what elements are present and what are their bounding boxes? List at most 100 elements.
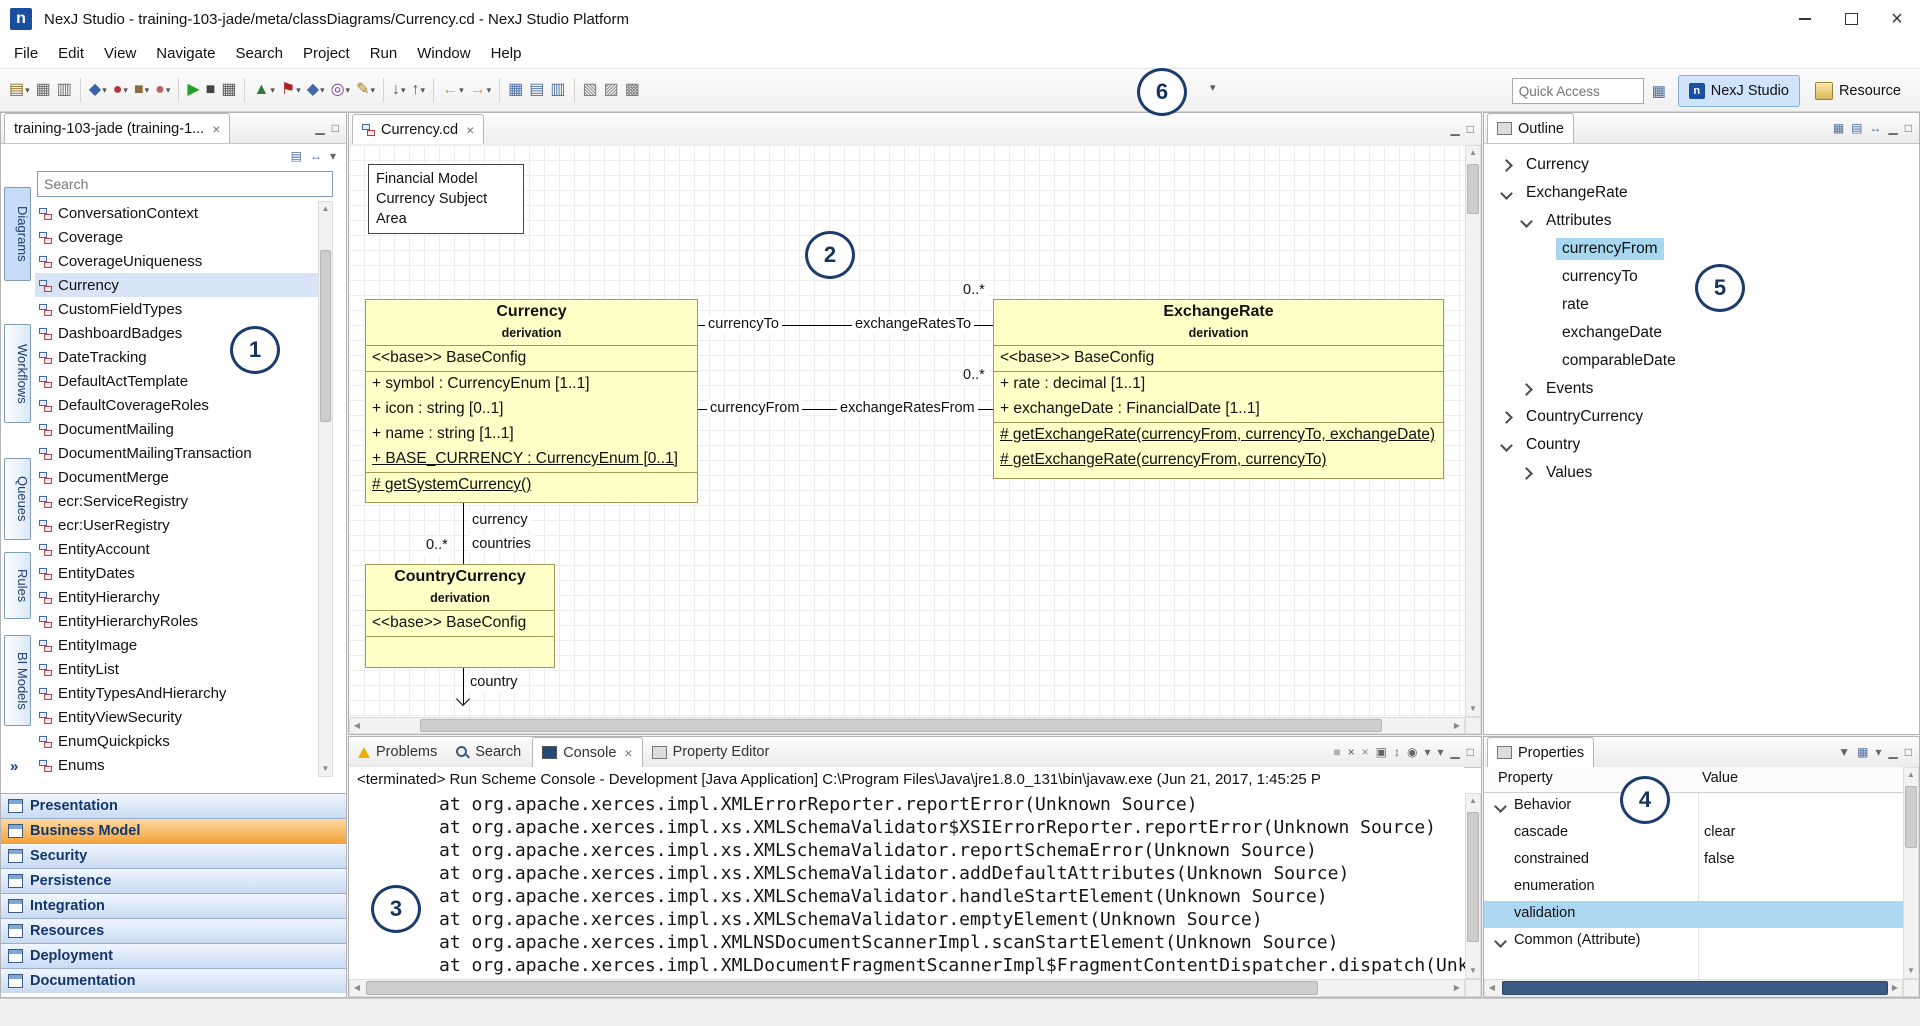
terminate-icon[interactable]: ■ bbox=[1333, 746, 1340, 758]
toolbar-terminate-button[interactable]: ■ bbox=[203, 77, 219, 103]
clear-icon[interactable]: ▣ bbox=[1376, 746, 1387, 758]
view-menu-icon[interactable]: ▾ bbox=[1437, 746, 1443, 758]
side-tabs-overflow[interactable]: » bbox=[10, 758, 18, 775]
toolbar-layout-a-button[interactable]: ▧ bbox=[580, 77, 601, 103]
list-item-documentmailingtransaction[interactable]: DocumentMailingTransaction bbox=[35, 441, 318, 465]
maximize-icon[interactable]: □ bbox=[1905, 122, 1912, 134]
scroll-right-icon[interactable]: ▶ bbox=[1450, 718, 1464, 733]
menu-run[interactable]: Run bbox=[360, 40, 408, 66]
section-business-model[interactable]: Business Model bbox=[1, 818, 346, 843]
section-persistence[interactable]: Persistence bbox=[1, 868, 346, 893]
outline-node-comparabledate[interactable]: comparableDate bbox=[1484, 347, 1919, 375]
console-vertical-scrollbar[interactable]: ▲ ▼ bbox=[1465, 793, 1481, 979]
list-item-entitydates[interactable]: EntityDates bbox=[35, 561, 318, 585]
filter-icon[interactable]: ▼ bbox=[1838, 746, 1850, 758]
list-item-enumquickpicks[interactable]: EnumQuickpicks bbox=[35, 729, 318, 753]
collapse-all-icon[interactable]: ▤ bbox=[1851, 122, 1862, 134]
toolbar-metadata-button[interactable]: ●▾ bbox=[110, 77, 131, 103]
toolbar-table-edit-button[interactable]: ▤ bbox=[526, 77, 547, 103]
list-item-entitylist[interactable]: EntityList bbox=[35, 657, 318, 681]
close-icon[interactable]: × bbox=[466, 122, 474, 138]
scroll-up-icon[interactable]: ▲ bbox=[1466, 146, 1480, 160]
property-row-validation[interactable]: validation bbox=[1484, 901, 1903, 928]
outline-node-events[interactable]: Events bbox=[1484, 375, 1919, 403]
section-presentation[interactable]: Presentation bbox=[1, 793, 346, 818]
link-editor-icon[interactable]: ↔ bbox=[1870, 122, 1882, 134]
layout-icon[interactable]: ▦ bbox=[1833, 122, 1844, 134]
pin-icon[interactable]: ◉ bbox=[1407, 746, 1417, 758]
list-item-ecr-userregistry[interactable]: ecr:UserRegistry bbox=[35, 513, 318, 537]
side-tab-workflows[interactable]: Workflows bbox=[4, 324, 31, 423]
view-menu-icon[interactable]: ▾ bbox=[330, 150, 336, 162]
menu-navigate[interactable]: Navigate bbox=[146, 40, 225, 66]
toolbar-trace-button[interactable]: ◎▾ bbox=[328, 77, 354, 103]
menu-file[interactable]: File bbox=[4, 40, 48, 66]
outline-node-exchangedate[interactable]: exchangeDate bbox=[1484, 319, 1919, 347]
toolbar-back-button[interactable]: ←▾ bbox=[439, 77, 467, 103]
chevron-down-icon[interactable] bbox=[1500, 187, 1513, 200]
editor-horizontal-scrollbar[interactable]: ◀ ▶ bbox=[349, 717, 1465, 734]
minimize-icon[interactable]: ▁ bbox=[1889, 746, 1898, 758]
console-output[interactable]: at org.apache.xerces.impl.XMLErrorReport… bbox=[349, 793, 1465, 979]
property-row-behavior[interactable]: Behavior bbox=[1484, 793, 1903, 820]
scrollbar-thumb[interactable] bbox=[1467, 164, 1479, 214]
outline-node-currencyfrom[interactable]: currencyFrom bbox=[1484, 235, 1919, 263]
chevron-down-icon[interactable] bbox=[1500, 439, 1513, 452]
open-console-icon[interactable]: ▾ bbox=[1424, 746, 1430, 758]
tab-console[interactable]: Console× bbox=[532, 737, 642, 767]
toolbar-save-button[interactable]: ▦ bbox=[33, 77, 54, 103]
tab-outline[interactable]: Outline bbox=[1487, 113, 1574, 143]
scroll-lock-icon[interactable]: ↕ bbox=[1394, 746, 1400, 758]
menu-edit[interactable]: Edit bbox=[48, 40, 94, 66]
scroll-down-icon[interactable]: ▼ bbox=[319, 762, 332, 776]
properties-vertical-scrollbar[interactable]: ▲ ▼ bbox=[1903, 767, 1919, 979]
remove-icon[interactable]: × bbox=[1348, 746, 1355, 758]
section-integration[interactable]: Integration bbox=[1, 893, 346, 918]
scrollbar-thumb[interactable] bbox=[320, 250, 331, 422]
section-documentation[interactable]: Documentation bbox=[1, 968, 346, 993]
toolbar-layout-b-button[interactable]: ▨ bbox=[601, 77, 622, 103]
diagram-note[interactable]: Financial Model Currency Subject Area bbox=[368, 164, 524, 234]
section-deployment[interactable]: Deployment bbox=[1, 943, 346, 968]
scroll-right-icon[interactable]: ▶ bbox=[1888, 980, 1902, 996]
property-row-cascade[interactable]: cascadeclear bbox=[1484, 820, 1903, 847]
collapse-all-icon[interactable]: ▤ bbox=[291, 150, 302, 162]
list-item-conversationcontext[interactable]: ConversationContext bbox=[35, 201, 318, 225]
open-perspective-icon[interactable]: ▦ bbox=[1652, 82, 1670, 100]
chevron-down-icon[interactable] bbox=[1494, 800, 1507, 813]
scrollbar-thumb[interactable] bbox=[1467, 812, 1479, 942]
outline-node-currency[interactable]: Currency bbox=[1484, 151, 1919, 179]
menu-search[interactable]: Search bbox=[225, 40, 293, 66]
outline-node-countrycurrency[interactable]: CountryCurrency bbox=[1484, 403, 1919, 431]
layout-icon[interactable]: ▦ bbox=[1857, 746, 1868, 758]
maximize-icon[interactable]: □ bbox=[1467, 123, 1474, 135]
toolbar-new-button[interactable]: ▤▾ bbox=[6, 77, 33, 103]
scroll-up-icon[interactable]: ▲ bbox=[1904, 768, 1918, 782]
toolbar-wand-button[interactable]: ✎▾ bbox=[353, 77, 378, 103]
tab-problems[interactable]: Problems bbox=[349, 738, 446, 767]
toolbar-layout-c-button[interactable]: ▩ bbox=[622, 77, 643, 103]
toolbar-field-button[interactable]: ↓▾ bbox=[389, 77, 409, 103]
list-item-entityaccount[interactable]: EntityAccount bbox=[35, 537, 318, 561]
menu-help[interactable]: Help bbox=[481, 40, 532, 66]
perspective-nexj-studio[interactable]: nNexJ Studio bbox=[1678, 75, 1800, 107]
menu-window[interactable]: Window bbox=[407, 40, 480, 66]
scroll-up-icon[interactable]: ▲ bbox=[1466, 794, 1480, 808]
list-item-defaultacttemplate[interactable]: DefaultActTemplate bbox=[35, 369, 318, 393]
toolbar-print-button[interactable]: ▥ bbox=[54, 77, 75, 103]
outline-node-attributes[interactable]: Attributes bbox=[1484, 207, 1919, 235]
toolbar-user-button[interactable]: ●▾ bbox=[152, 77, 173, 103]
chevron-right-icon[interactable] bbox=[1500, 159, 1513, 172]
scroll-up-icon[interactable]: ▲ bbox=[319, 202, 332, 216]
list-item-coverage[interactable]: Coverage bbox=[35, 225, 318, 249]
list-item-enums[interactable]: Enums bbox=[35, 753, 318, 777]
list-item-currency[interactable]: Currency bbox=[35, 273, 318, 297]
toolbar-page-button[interactable]: ↑▾ bbox=[409, 77, 429, 103]
list-scrollbar[interactable]: ▲ ▼ bbox=[318, 201, 333, 777]
list-item-entityhierarchy[interactable]: EntityHierarchy bbox=[35, 585, 318, 609]
property-row-constrained[interactable]: constrainedfalse bbox=[1484, 847, 1903, 874]
menu-project[interactable]: Project bbox=[293, 40, 360, 66]
maximize-icon[interactable]: □ bbox=[1905, 746, 1912, 758]
list-item-defaultcoverageroles[interactable]: DefaultCoverageRoles bbox=[35, 393, 318, 417]
chevron-right-icon[interactable] bbox=[1500, 411, 1513, 424]
